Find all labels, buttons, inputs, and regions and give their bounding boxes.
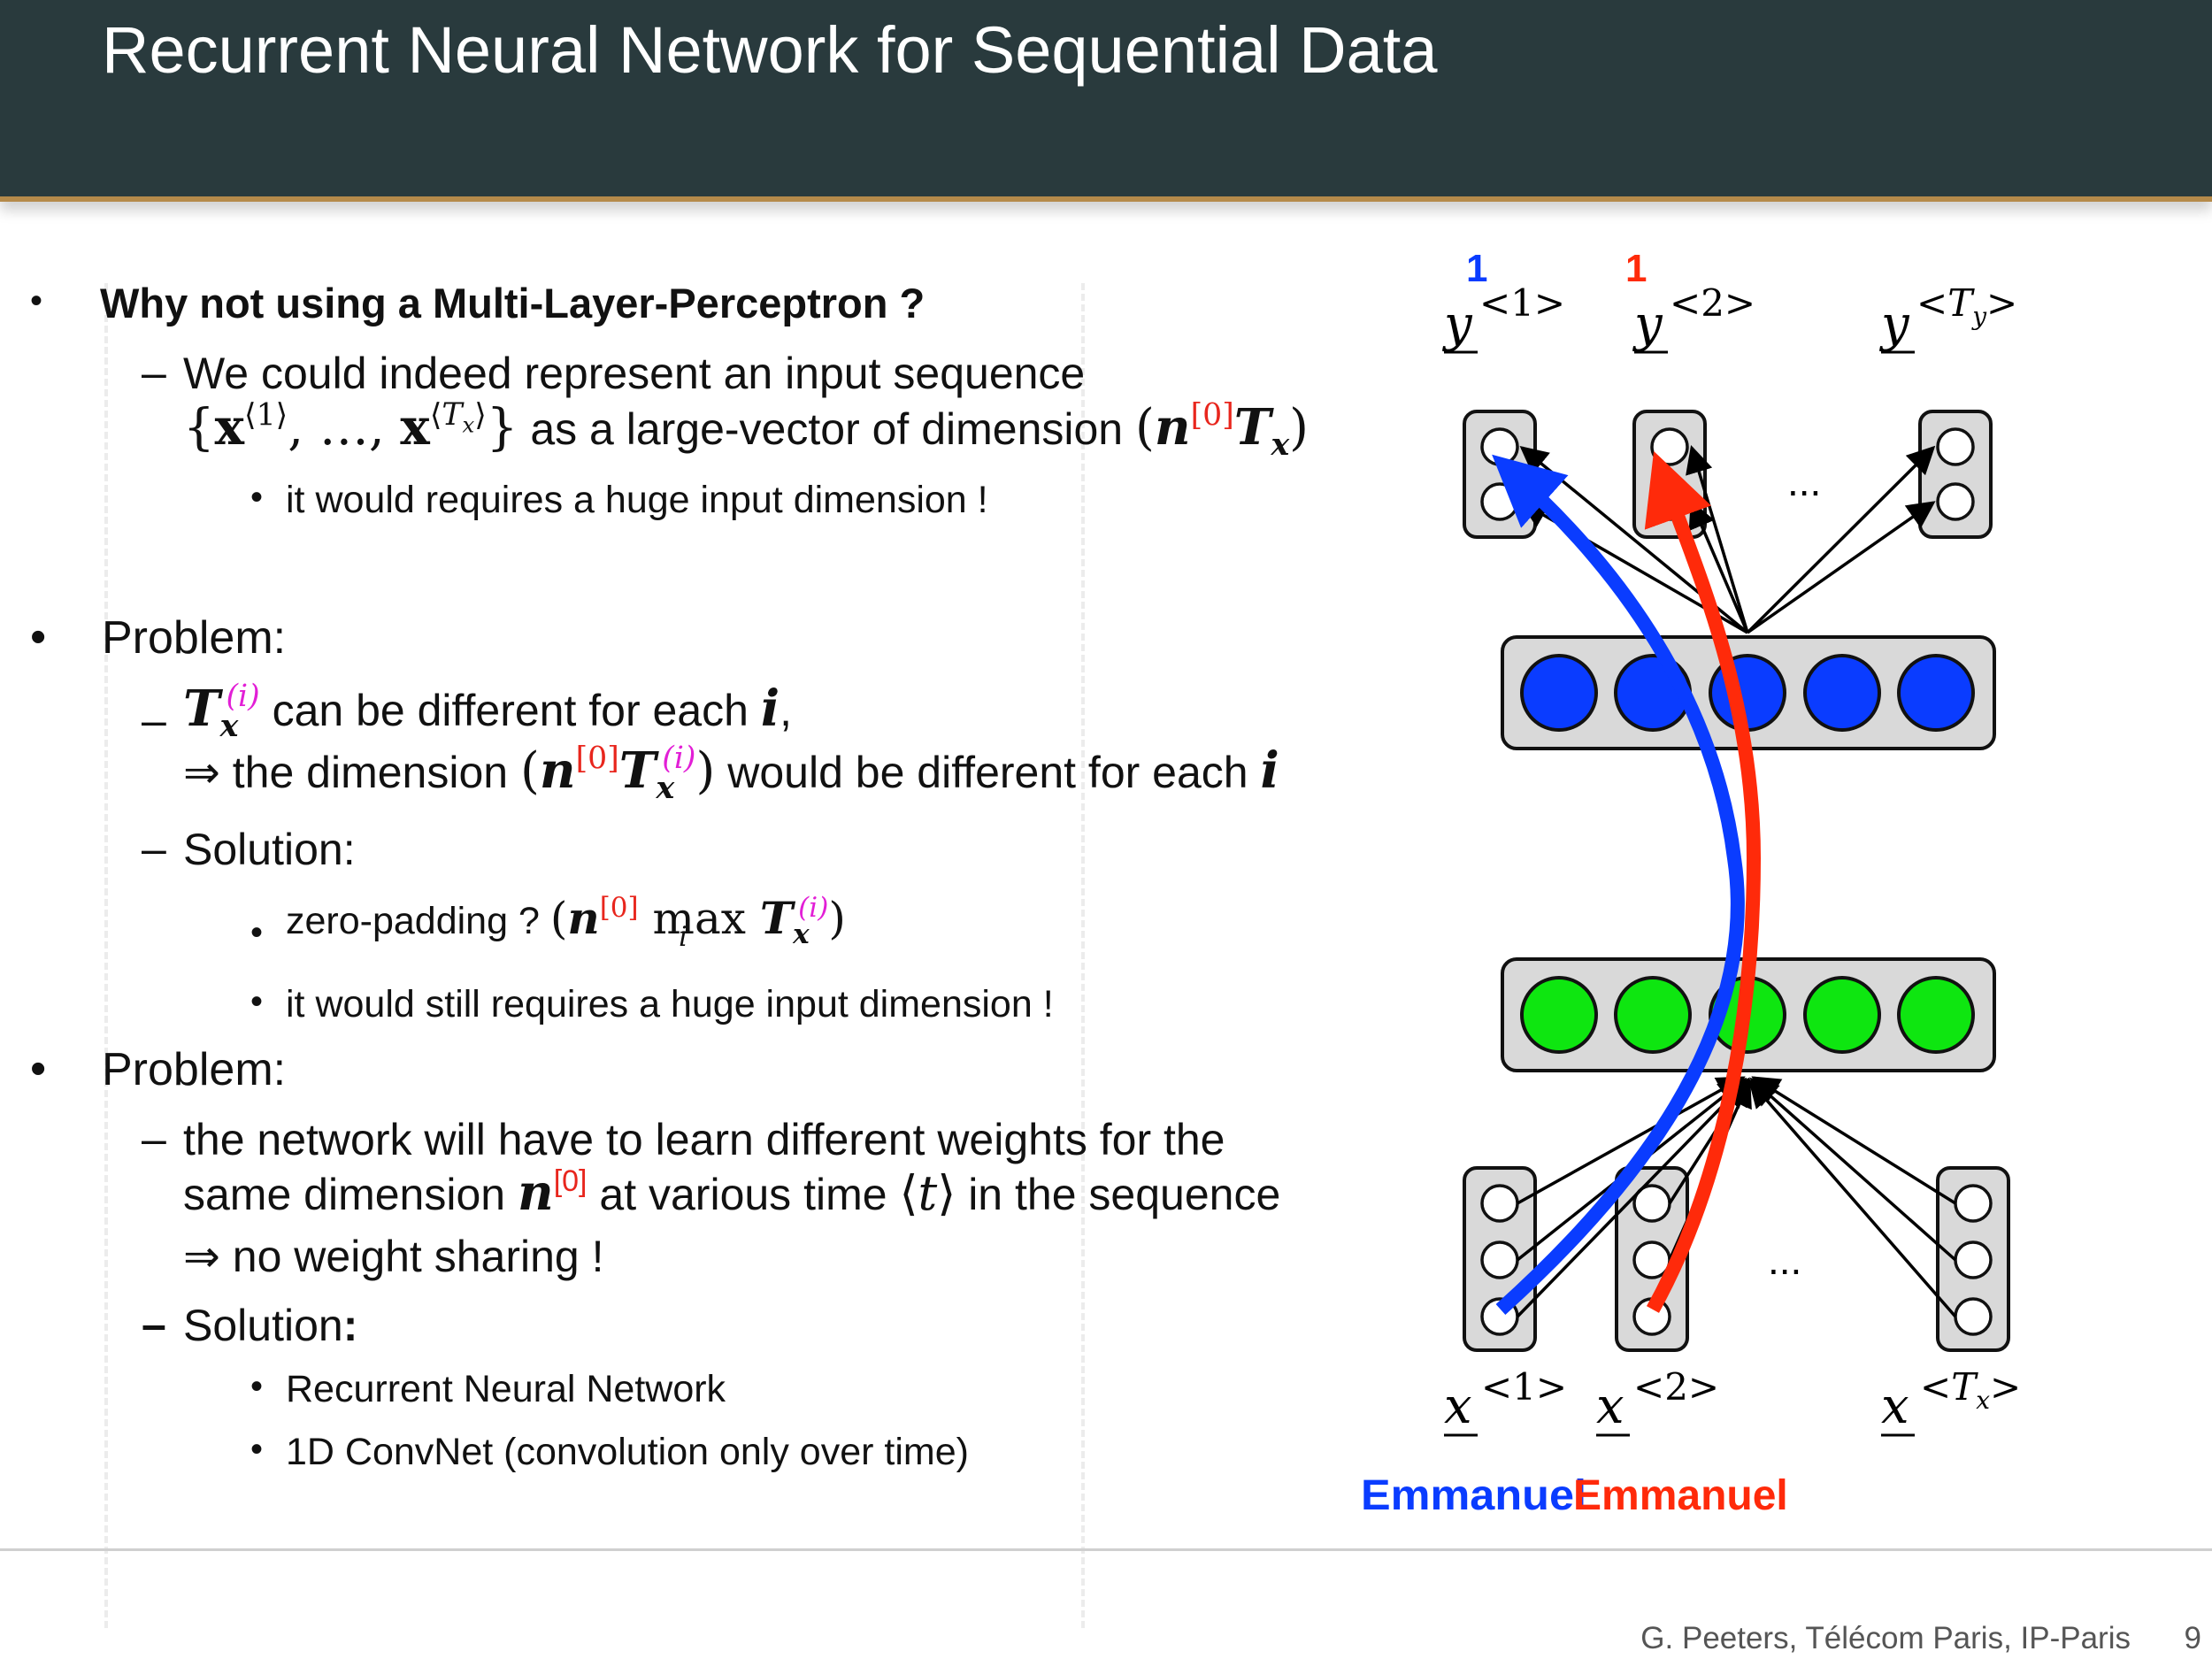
dash-marker: – <box>142 824 166 873</box>
problem-2-heading: Problem: <box>102 1044 287 1095</box>
dash-marker: – <box>142 1114 166 1164</box>
input-sequence-math: {x⟨1⟩, …, x⟨Tx⟩} <box>183 397 518 457</box>
svg-text:<1>: <1> <box>1481 1365 1567 1409</box>
svg-text:<1>: <1> <box>1479 281 1565 325</box>
svg-text:y: y <box>1632 296 1663 353</box>
still-huge-note: it would still requires a huge input dim… <box>286 983 1054 1025</box>
tx-i-math: Tx(i) <box>183 679 260 745</box>
svg-text:<Ty>: <Ty> <box>1916 281 2017 331</box>
slide-title: Recurrent Neural Network for Sequential … <box>102 13 1438 87</box>
zero-padding-line: zero-padding ? (n[0] max i Tx(i)) <box>286 891 846 953</box>
y-label-ty: y <Ty> <box>1878 281 2017 354</box>
solution-1-heading: Solution: <box>183 825 356 874</box>
dot-marker: • <box>250 982 264 1021</box>
page-number: 9 <box>2184 1621 2201 1655</box>
svg-text:<2>: <2> <box>1633 1365 1719 1409</box>
svg-text:y: y <box>1441 296 1473 353</box>
footer-divider <box>0 1548 2212 1551</box>
bullet-mlp-question: Why not using a Multi-Layer-Perceptron ? <box>100 280 926 326</box>
output-unit-2 <box>1632 410 1707 539</box>
svg-text:<2>: <2> <box>1670 281 1755 325</box>
problem-2-line3: ⇒ no weight sharing ! <box>183 1232 604 1281</box>
dot-marker: • <box>250 1430 264 1469</box>
dot-marker: • <box>250 478 264 517</box>
dimension-math: (n[0]Tx) <box>1135 397 1310 464</box>
y-label-2: y <2> <box>1632 281 1755 354</box>
problem-2-line1: the network will have to learn different… <box>183 1115 1225 1164</box>
solution-rnn: Recurrent Neural Network <box>286 1368 726 1410</box>
x-label-1: x <1> <box>1444 1365 1567 1437</box>
svg-text:x: x <box>1881 1378 1909 1435</box>
label-red-name: Emmanuel <box>1573 1472 1788 1519</box>
y-label-1: y <1> <box>1441 281 1565 354</box>
problem-1-heading: Problem: <box>102 612 287 664</box>
x-label-2: x <2> <box>1596 1365 1719 1437</box>
guide-line-right <box>1081 283 1085 1628</box>
problem-2-line2: same dimension n[0] at various time ⟨t⟩ … <box>183 1164 1281 1222</box>
input-unit-1 <box>1463 1166 1537 1352</box>
slide-header: Recurrent Neural Network for Sequential … <box>0 0 2212 202</box>
problem-1-line2: ⇒ the dimension (n[0]Tx(i)) would be dif… <box>183 741 1279 807</box>
svg-text:y: y <box>1878 296 1910 353</box>
ellipsis-bottom: ... <box>1768 1237 1801 1283</box>
mlp-diagram: 1 1 y <1> y <2> y <Ty> ... ... x <1> x <… <box>1361 247 2021 1519</box>
svg-text:<Tx>: <Tx> <box>1920 1365 2021 1415</box>
label-blue-name: Emmanuel <box>1361 1472 1586 1519</box>
bullet-marker: • <box>30 1043 47 1094</box>
solution-1d-convnet: 1D ConvNet (convolution only over time) <box>286 1431 969 1473</box>
output-unit-ty <box>1918 410 1993 539</box>
mlp-representation-line1: We could indeed represent an input seque… <box>183 349 1086 398</box>
dot-marker: • <box>250 1367 264 1406</box>
bullet-marker: • <box>30 611 47 663</box>
svg-text:x: x <box>1444 1378 1472 1435</box>
x-label-tx: x <Tx> <box>1881 1365 2021 1437</box>
solution-2-heading: Solution: <box>183 1301 358 1350</box>
guide-line-left <box>104 283 108 1628</box>
dash-marker: – <box>142 695 166 745</box>
dash-marker: – <box>142 348 166 397</box>
dot-marker: • <box>250 913 264 952</box>
bullet-marker: • <box>30 281 43 320</box>
input-connections <box>1516 1076 1957 1318</box>
mlp-representation-line2: {x⟨1⟩, …, x⟨Tx⟩} as a large-vector of di… <box>183 397 1310 464</box>
dash-marker: – <box>142 1300 166 1349</box>
huge-input-note: it would requires a huge input dimension… <box>286 479 988 521</box>
svg-text:x: x <box>1596 1378 1624 1435</box>
footer-credit: G. Peeters, Télécom Paris, IP-Paris <box>1640 1621 2131 1655</box>
input-unit-tx <box>1936 1166 2010 1352</box>
label-red-number: 1 <box>1625 247 1647 290</box>
problem-1-line1: Tx(i) can be different for each i, <box>183 679 793 745</box>
ellipsis-top: ... <box>1787 458 1821 504</box>
